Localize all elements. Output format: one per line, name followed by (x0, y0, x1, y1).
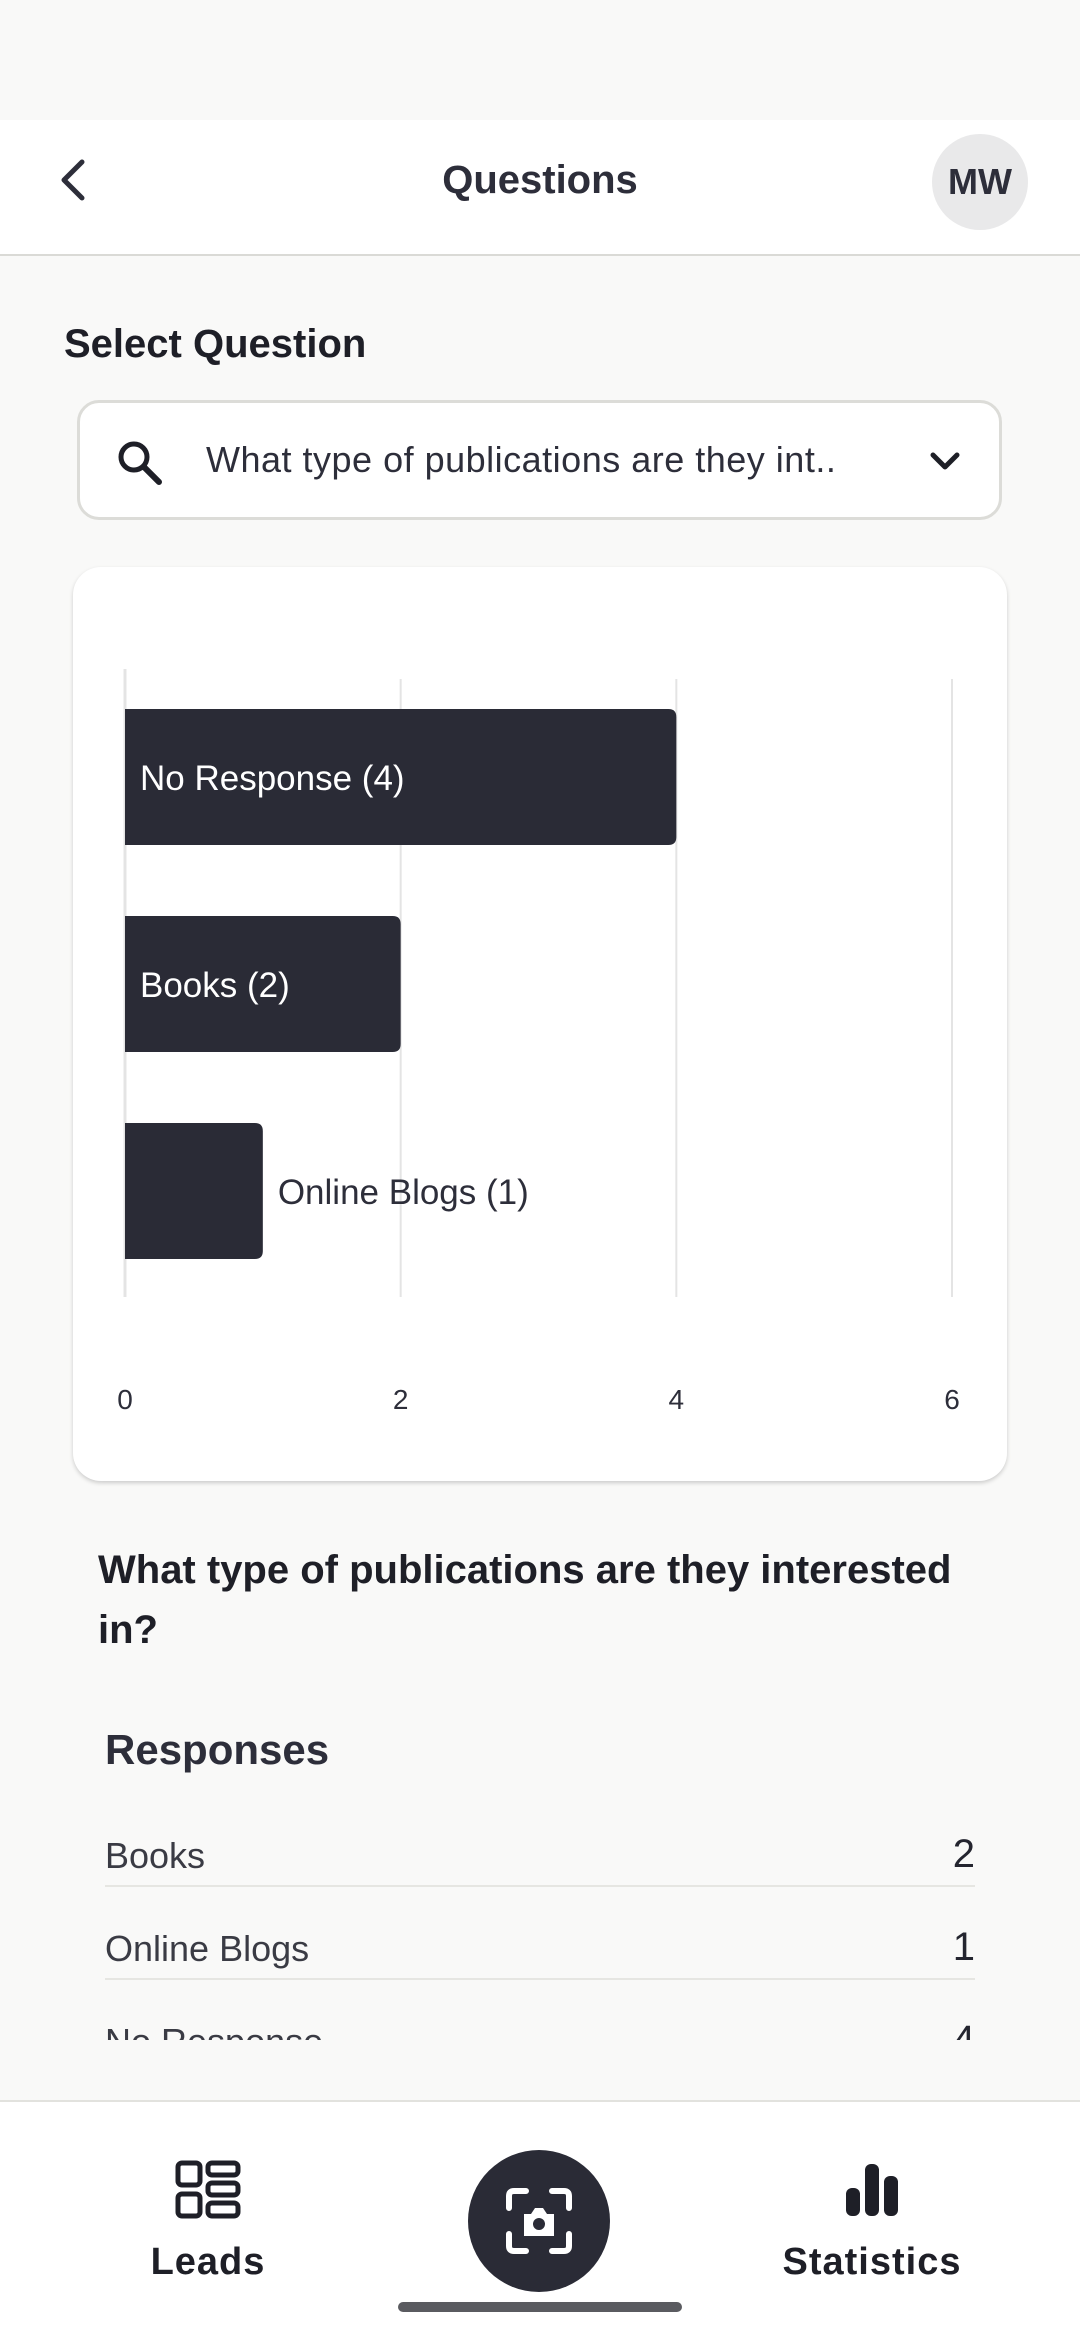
nav-leads-label: Leads (150, 2241, 266, 2283)
question-text: What type of publications are they inter… (98, 1548, 952, 1652)
chevron-down-icon[interactable] (925, 441, 965, 481)
x-tick-label: 4 (669, 1384, 685, 1415)
bar-data-label: Books (2) (140, 966, 290, 1005)
scan-button[interactable] (468, 2150, 610, 2292)
back-button[interactable] (44, 150, 104, 210)
search-icon (118, 441, 162, 485)
response-label: No Response (105, 2021, 323, 2040)
bar-chart-icon (846, 2164, 898, 2216)
x-tick-label: 6 (944, 1384, 960, 1415)
response-label: Books (105, 1835, 206, 1876)
bar-data-label: Online Blogs (1) (278, 1173, 529, 1212)
chart-card: No Response (4) Books (2) Online Blogs (1)… (73, 567, 1007, 1481)
app-bar: Questions (0, 120, 1080, 256)
nav-leads[interactable]: Leads (88, 2160, 328, 2284)
page-title: Questions (442, 158, 638, 202)
select-question-label: Select Question (64, 322, 367, 366)
camera-scan-icon (506, 2188, 572, 2254)
response-row: No Response 4 (105, 1980, 975, 2040)
question-select[interactable]: What type of publications are they int.. (77, 400, 1002, 520)
response-count: 4 (952, 2018, 975, 2040)
x-tick-label: 2 (393, 1384, 409, 1415)
responses-section: Responses Books 2 Online Blogs 1 No Resp… (105, 1720, 975, 2040)
bar-chart: No Response (4) Books (2) Online Blogs (1)… (117, 669, 960, 1415)
nav-statistics[interactable]: Statistics (752, 2160, 992, 2284)
response-label: Online Blogs (105, 1928, 310, 1969)
status-bar (0, 0, 1080, 120)
response-row: Online Blogs 1 (105, 1887, 975, 1980)
responses-title: Responses (105, 1726, 330, 1773)
bar-data-label: No Response (4) (140, 759, 405, 798)
avatar[interactable]: MW (932, 134, 1028, 230)
response-count: 2 (952, 1832, 975, 1876)
nav-statistics-label: Statistics (782, 2241, 962, 2283)
selected-question: What type of publications are they int.. (206, 439, 837, 480)
home-indicator (398, 2302, 682, 2312)
response-row: Books 2 (105, 1794, 975, 1887)
chart-bar[interactable] (125, 1123, 263, 1259)
chevron-left-icon (61, 159, 85, 201)
response-count: 1 (952, 1925, 975, 1969)
leads-icon (175, 2160, 241, 2219)
x-tick-label: 0 (117, 1384, 133, 1415)
